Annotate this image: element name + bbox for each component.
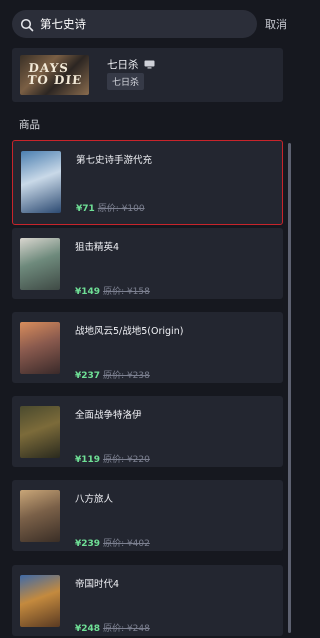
search-bar: 取消	[12, 10, 287, 38]
product-cover-image	[20, 322, 60, 374]
sale-price: ¥239	[75, 539, 101, 549]
price-line: ¥71 原价: ¥100	[76, 201, 145, 214]
search-box[interactable]	[12, 10, 257, 38]
product-card[interactable]: 全面战争特洛伊 ¥119 原价: ¥220	[12, 396, 283, 467]
product-name: 八方旅人	[75, 494, 114, 505]
price-line: ¥149 原价: ¥158	[75, 284, 150, 297]
monitor-icon	[144, 60, 155, 69]
price-line: ¥239 原价: ¥402	[75, 536, 150, 549]
original-price: 原价: ¥248	[103, 624, 150, 634]
sale-price: ¥71	[76, 204, 95, 214]
product-cover-image	[20, 406, 60, 458]
game-title-text: 七日杀	[107, 59, 139, 71]
price-line: ¥248 原价: ¥248	[75, 621, 150, 634]
product-card[interactable]: 狙击精英4 ¥149 原价: ¥158	[12, 228, 283, 299]
product-cover-image	[20, 238, 60, 290]
product-card[interactable]: 八方旅人 ¥239 原价: ¥402	[12, 480, 283, 551]
product-card[interactable]: 战地风云5/战地5(Origin) ¥237 原价: ¥238	[12, 312, 283, 383]
sale-price: ¥248	[75, 624, 101, 634]
price-line: ¥119 原价: ¥220	[75, 452, 150, 465]
search-icon	[20, 17, 34, 32]
search-input[interactable]	[40, 17, 257, 31]
search-results-page: 取消 DAYS TO DIE 七日杀 七日杀 商品 第七史诗手游代充¥71原价:…	[0, 0, 295, 638]
product-name: 全面战争特洛伊	[75, 410, 142, 421]
product-cover-image	[21, 151, 61, 213]
original-price: 原价: ¥158	[103, 287, 150, 297]
product-name: 战地风云5/战地5(Origin)	[75, 326, 184, 337]
product-cover-image	[20, 490, 60, 542]
original-price: 原价: ¥220	[103, 455, 150, 465]
sale-price: ¥119	[75, 455, 101, 465]
sale-price: ¥149	[75, 287, 101, 297]
game-cover-image: DAYS TO DIE	[20, 55, 89, 95]
product-name: 第七史诗手游代充	[76, 155, 153, 166]
game-tag-badge[interactable]: 七日杀	[107, 73, 145, 90]
original-price: 原价: ¥100	[97, 204, 145, 214]
game-title: 七日杀	[107, 57, 155, 72]
section-title: 商品	[19, 119, 40, 131]
sale-price: ¥237	[75, 371, 101, 381]
product-card[interactable]: 帝国时代4 ¥248 原价: ¥248	[12, 565, 283, 636]
product-name: 狙击精英4	[75, 242, 120, 253]
product-name: 帝国时代4	[75, 579, 120, 590]
game-result-card[interactable]: DAYS TO DIE 七日杀 七日杀	[12, 48, 283, 102]
price-line: ¥237 原价: ¥238	[75, 368, 150, 381]
scrollbar[interactable]	[288, 143, 291, 633]
product-card[interactable]: 第七史诗手游代充 ¥71 原价: ¥100	[12, 140, 283, 225]
cancel-button[interactable]: 取消	[265, 16, 287, 32]
original-price: 原价: ¥238	[103, 371, 150, 381]
game-cover-logo: DAYS TO DIE	[26, 61, 83, 87]
original-price: 原价: ¥402	[103, 539, 150, 549]
product-cover-image	[20, 575, 60, 627]
